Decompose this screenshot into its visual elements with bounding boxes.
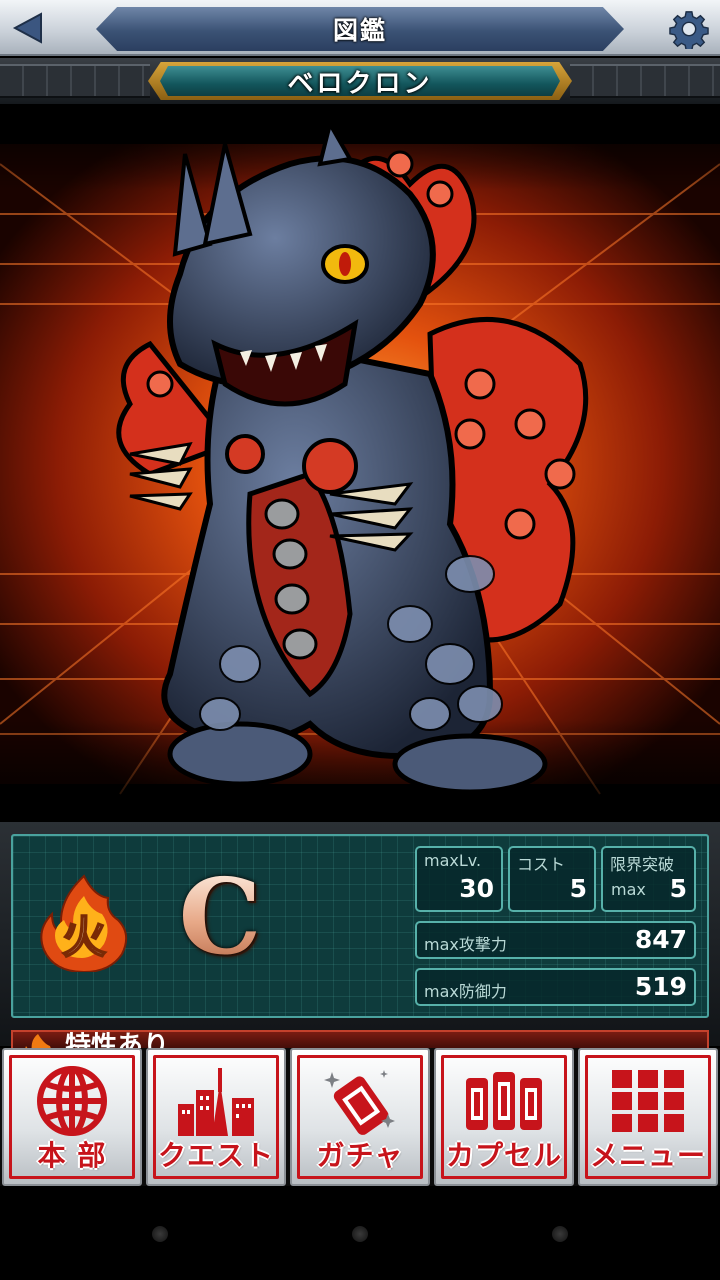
element-label: 火 [62, 912, 106, 963]
back-arrow-icon [12, 12, 42, 44]
limit-break-label: 限界突破 [610, 855, 675, 874]
max-defense-value: 519 [634, 972, 687, 1001]
nav-menu-label: メニュー [589, 1139, 706, 1172]
capsules-icon [466, 1072, 542, 1130]
city-icon [178, 1068, 254, 1136]
system-navigation-bar [0, 1186, 720, 1280]
page-title-plate: 図鑑 [96, 7, 624, 51]
nav-capsule-label: カプセル [445, 1139, 562, 1172]
bottom-nav: 本 部 クエスト ガチャ カプセル メニュー [0, 1048, 720, 1186]
system-recents-button[interactable] [552, 1226, 568, 1242]
nav-menu-button[interactable]: メニュー [578, 1048, 718, 1186]
top-bar: 図鑑 [0, 0, 720, 56]
grid-menu-icon [612, 1070, 684, 1132]
monster-name: ベロクロン [287, 68, 433, 99]
name-plate: ベロクロン [160, 66, 560, 96]
nav-gacha-button[interactable]: ガチャ [290, 1048, 430, 1186]
gear-icon [669, 11, 709, 49]
capsule-sparkle-icon [324, 1070, 395, 1135]
trait-banner[interactable]: 特性あり [11, 1030, 709, 1050]
monster-illustration [0, 104, 720, 820]
name-bar-decoration-right [570, 64, 720, 98]
nav-headquarters-button[interactable]: 本 部 [2, 1048, 142, 1186]
name-bar-decoration-left [0, 64, 150, 98]
max-defense-box: max防御力 519 [415, 968, 696, 1006]
fire-element-icon: 火 [40, 874, 128, 972]
limit-break-sub-label: max [611, 880, 646, 899]
nav-quest-button[interactable]: クエスト [146, 1048, 286, 1186]
cost-box: コスト 5 [508, 846, 596, 912]
back-button[interactable] [6, 8, 50, 48]
page-title: 図鑑 [332, 16, 387, 45]
max-defense-label: max防御力 [424, 982, 507, 1001]
max-level-value: 30 [459, 874, 494, 903]
monster-name-bar: ベロクロン [0, 58, 720, 104]
system-home-button[interactable] [352, 1226, 368, 1242]
nav-gacha-label: ガチャ [316, 1139, 404, 1172]
cost-label: コスト [517, 855, 566, 874]
monster-artwork [0, 104, 720, 820]
rank-letter: C [170, 862, 270, 972]
max-level-box: maxLv. 30 [415, 846, 503, 912]
globe-icon [37, 1066, 107, 1136]
limit-break-box: 限界突破 max 5 [601, 846, 696, 912]
nav-quest-label: クエスト [157, 1139, 274, 1172]
cost-value: 5 [569, 874, 587, 903]
nav-capsule-button[interactable]: カプセル [434, 1048, 574, 1186]
nav-headquarters-label: 本 部 [37, 1139, 107, 1172]
max-attack-value: 847 [634, 925, 687, 954]
max-attack-label: max攻撃力 [424, 935, 507, 954]
max-level-label: maxLv. [424, 851, 482, 870]
limit-break-value: 5 [669, 874, 687, 903]
max-attack-box: max攻撃力 847 [415, 921, 696, 959]
system-back-button[interactable] [152, 1226, 168, 1242]
settings-button[interactable] [668, 8, 710, 50]
